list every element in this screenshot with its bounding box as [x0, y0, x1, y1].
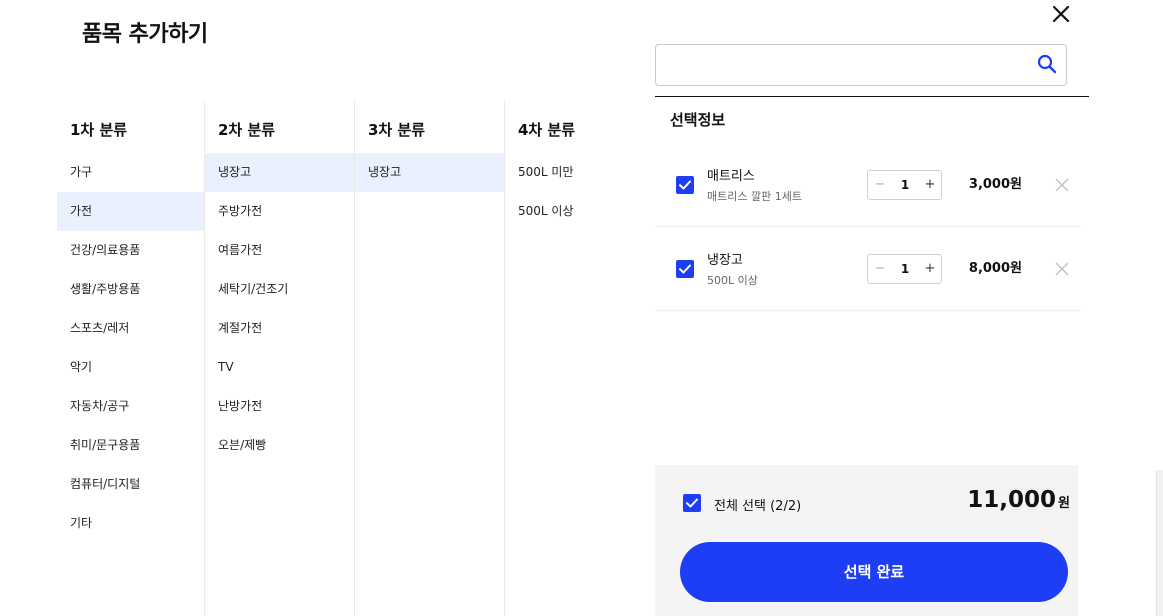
category-item[interactable]: 여름가전 [205, 231, 354, 270]
quantity-stepper: − 1 + [867, 170, 942, 200]
category-item[interactable]: 오븐/제빵 [205, 426, 354, 465]
category-item[interactable]: 500L 미만 [505, 153, 655, 192]
item-price: 8,000원 [968, 261, 1022, 276]
item-checkbox[interactable] [676, 260, 694, 278]
category-item[interactable]: 난방가전 [205, 387, 354, 426]
select-all-checkbox[interactable] [683, 494, 701, 512]
close-icon[interactable] [1050, 3, 1072, 25]
category-item[interactable]: 주방가전 [205, 192, 354, 231]
increase-button[interactable]: + [918, 171, 942, 199]
confirm-button[interactable]: 선택 완료 [680, 542, 1068, 602]
decrease-button[interactable]: − [868, 171, 892, 199]
category-item[interactable]: 생활/주방용품 [57, 270, 204, 309]
selection-title: 선택정보 [670, 111, 726, 129]
total-price: 11,000 원 [905, 487, 1070, 513]
item-price: 3,000원 [968, 177, 1022, 192]
total-amount: 11,000 [967, 487, 1057, 513]
quantity-stepper: − 1 + [867, 254, 942, 284]
category-item-selected[interactable]: 냉장고 [205, 153, 354, 192]
selection-footer: 전체 선택 (2/2) 11,000 원 선택 완료 [655, 465, 1078, 616]
item-description: 매트리스 깔판 1세트 [707, 190, 802, 203]
selection-panel: 선택정보 매트리스 매트리스 깔판 1세트 − 1 + 3,000원 냉장고 5… [655, 96, 1089, 616]
category-item[interactable]: 건강/의료용품 [57, 231, 204, 270]
item-name: 매트리스 [707, 169, 755, 184]
category-item[interactable]: 취미/문구용품 [57, 426, 204, 465]
item-description: 500L 이상 [707, 274, 758, 287]
category-columns: 1차 분류 가구 가전 건강/의료용품 생활/주방용품 스포츠/레저 악기 자동… [57, 101, 655, 616]
category-column-2: 2차 분류 냉장고 주방가전 여름가전 세탁기/건조기 계절가전 TV 난방가전… [205, 101, 355, 616]
category-item[interactable]: 자동차/공구 [57, 387, 204, 426]
increase-button[interactable]: + [918, 255, 942, 283]
category-item[interactable]: TV [205, 348, 354, 387]
check-icon [679, 180, 691, 190]
category-item[interactable]: 기타 [57, 504, 204, 543]
item-checkbox[interactable] [676, 176, 694, 194]
remove-icon[interactable] [1054, 261, 1070, 277]
search-icon[interactable] [1035, 52, 1059, 76]
column-header: 4차 분류 [518, 121, 576, 139]
modal-title: 품목 추가하기 [82, 22, 208, 47]
category-item[interactable]: 계절가전 [205, 309, 354, 348]
category-item[interactable]: 가구 [57, 153, 204, 192]
category-column-1: 1차 분류 가구 가전 건강/의료용품 생활/주방용품 스포츠/레저 악기 자동… [57, 101, 205, 616]
total-unit: 원 [1058, 496, 1070, 511]
category-item[interactable]: 스포츠/레저 [57, 309, 204, 348]
column-header: 3차 분류 [368, 121, 426, 139]
check-icon [686, 498, 698, 508]
selected-item-row: 냉장고 500L 이상 − 1 + 8,000원 [655, 227, 1081, 311]
selected-item-row: 매트리스 매트리스 깔판 1세트 − 1 + 3,000원 [655, 143, 1081, 227]
category-item-selected[interactable]: 냉장고 [355, 153, 504, 192]
category-item-selected[interactable]: 가전 [57, 192, 204, 231]
check-icon [679, 264, 691, 274]
category-column-3: 3차 분류 냉장고 [355, 101, 505, 616]
category-item[interactable]: 세탁기/건조기 [205, 270, 354, 309]
quantity-value: 1 [900, 262, 910, 276]
panel-divider [655, 96, 1089, 97]
quantity-value: 1 [900, 178, 910, 192]
item-name: 냉장고 [707, 253, 743, 268]
category-column-4: 4차 분류 500L 미만 500L 이상 [505, 101, 655, 616]
select-all-label: 전체 선택 (2/2) [714, 499, 802, 514]
remove-icon[interactable] [1054, 177, 1070, 193]
decrease-button[interactable]: − [868, 255, 892, 283]
scrollbar[interactable] [1156, 470, 1163, 616]
search-box [655, 44, 1067, 86]
search-input[interactable] [664, 45, 1024, 85]
category-item[interactable]: 컴퓨터/디지털 [57, 465, 204, 504]
column-header: 1차 분류 [70, 121, 128, 139]
category-item[interactable]: 악기 [57, 348, 204, 387]
category-item[interactable]: 500L 이상 [505, 192, 655, 231]
column-header: 2차 분류 [218, 121, 276, 139]
